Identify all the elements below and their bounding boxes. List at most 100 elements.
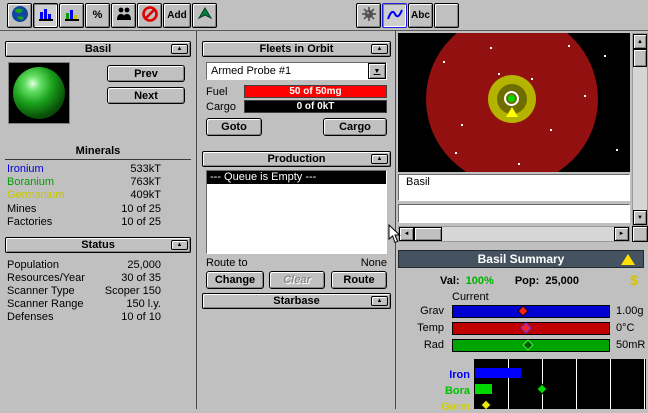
scanner-summary-panel: ▲ ▼ Basil ◄ ► Basil Summary Val: 100% Po…: [396, 33, 648, 413]
fleet-path-icon: [386, 6, 404, 25]
mineral-label: Factories: [7, 216, 53, 228]
collapse-button[interactable]: ▲: [371, 44, 388, 54]
add-waypoint-button[interactable]: Add: [163, 2, 191, 28]
mouse-cursor: [388, 223, 401, 247]
grav-bar: [452, 305, 610, 318]
concentration-chart-icon: [64, 6, 80, 25]
minerals-header: Minerals: [5, 145, 191, 160]
toolbar: % Add Abc: [0, 0, 648, 31]
fleet-paths-toggle-button[interactable]: [382, 2, 407, 28]
map-vscrollbar[interactable]: ▲ ▼: [632, 33, 648, 226]
status-row: Defenses 10 of 10: [7, 311, 161, 323]
summary-title-bar: Basil Summary: [398, 250, 644, 268]
change-button[interactable]: Change: [206, 271, 264, 289]
population-view-button[interactable]: [111, 2, 136, 28]
temp-marker: [520, 322, 532, 334]
scrollbar-corner: [632, 226, 648, 242]
prev-button[interactable]: Prev: [107, 65, 185, 82]
location-list[interactable]: Basil: [398, 174, 630, 201]
percent-icon: %: [92, 9, 103, 21]
current-label: Current: [452, 291, 489, 303]
planet-view-button[interactable]: [7, 2, 32, 28]
status-row: Resources/Year 30 of 35: [7, 272, 161, 284]
collapse-button[interactable]: ▲: [371, 154, 388, 164]
arrow-left-icon: ◄: [403, 231, 410, 237]
planet-panel: Basil ▲ Prev Next Minerals Ironium 533kT…: [1, 33, 195, 409]
val-pop-row: Val: 100% Pop: 25,000: [440, 275, 579, 289]
blank-toolbar-button[interactable]: [434, 2, 459, 28]
planet-image: [8, 62, 70, 124]
production-queue-list[interactable]: --- Queue is Empty ---: [206, 170, 387, 254]
scroll-left-button[interactable]: ◄: [399, 227, 414, 241]
scroll-up-button[interactable]: ▲: [633, 34, 647, 49]
env-row-temp: Temp 0°C: [417, 322, 635, 335]
mineral-label: Ironium: [7, 163, 44, 175]
collapse-button[interactable]: ▲: [171, 44, 188, 54]
clear-button[interactable]: Clear: [269, 271, 325, 289]
route-button[interactable]: Route: [331, 271, 387, 289]
germ-concentration-marker: [480, 399, 492, 409]
scanner-map[interactable]: [398, 33, 630, 172]
collapse-button[interactable]: ▲: [171, 240, 188, 250]
production-bar: Production ▲: [202, 151, 391, 167]
queue-empty-item[interactable]: --- Queue is Empty ---: [207, 171, 386, 184]
next-button[interactable]: Next: [107, 87, 185, 104]
no-entry-icon: [141, 5, 159, 26]
percent-view-button[interactable]: %: [85, 2, 110, 28]
fleets-in-orbit-title: Fleets in Orbit: [259, 43, 334, 55]
location-list-item[interactable]: Basil: [399, 176, 629, 189]
mineral-concentration-view-button[interactable]: [59, 2, 84, 28]
pop-value: 25,000: [545, 275, 580, 287]
env-row-grav: Grav 1.00g: [420, 305, 644, 318]
collapse-button[interactable]: ▲: [371, 296, 388, 306]
cycle-planet-arrow[interactable]: [621, 254, 635, 265]
mineral-value: 10 of 25: [121, 203, 161, 215]
goto-button[interactable]: Goto: [206, 118, 262, 136]
fleet-dropdown[interactable]: Armed Probe #1 ▼: [206, 62, 387, 80]
no-info-view-button[interactable]: [137, 2, 162, 28]
arrow-right-icon: ►: [618, 231, 625, 237]
planet-title: Basil: [84, 43, 112, 55]
rad-marker: [522, 339, 534, 351]
val-value: 100%: [465, 275, 494, 287]
mineral-value: 763kT: [130, 176, 161, 188]
bora-surface-bar: [475, 384, 492, 394]
mineral-label: Germanium: [7, 189, 65, 201]
fleet-production-panel: Fleets in Orbit ▲ Armed Probe #1 ▼ Fuel …: [198, 33, 395, 409]
ship-filter-button[interactable]: [192, 2, 217, 28]
scroll-down-button[interactable]: ▼: [633, 210, 647, 225]
minefields-toggle-button[interactable]: [356, 2, 381, 28]
globe-icon: [11, 5, 29, 26]
mineral-row: Boranium 763kT: [7, 176, 195, 189]
pop-label: Pop:: [514, 275, 540, 287]
add-waypoint-label: Add: [167, 9, 187, 21]
cargo-label: Cargo: [206, 101, 236, 113]
cargo-button[interactable]: Cargo: [323, 118, 387, 136]
abc-label: Abc: [411, 9, 430, 21]
graph-label-germ: Germ: [441, 401, 470, 413]
ship-names-toggle-button[interactable]: Abc: [408, 2, 433, 28]
hscroll-thumb[interactable]: [414, 227, 442, 241]
vscroll-thumb[interactable]: [633, 49, 647, 67]
fleet-dropdown-value: Armed Probe #1: [211, 65, 292, 77]
map-hscrollbar[interactable]: ◄ ►: [398, 226, 630, 242]
route-to-label: Route to: [206, 257, 248, 269]
dropdown-arrow-button[interactable]: ▼: [368, 63, 386, 79]
summary-title: Basil Summary: [477, 252, 565, 266]
chevron-down-icon: ▼: [373, 67, 381, 75]
minerals-chart-icon: [38, 6, 54, 25]
iron-surface-bar: [475, 368, 521, 378]
grav-marker: [517, 305, 529, 317]
val-label: Val:: [440, 275, 460, 287]
arrow-up-icon: ▲: [637, 38, 643, 45]
population-icon: [116, 6, 132, 25]
graph-label-iron: Iron: [449, 369, 470, 381]
status-row: Scanner Range 150 l.y.: [7, 298, 161, 310]
planet-globe: [13, 67, 65, 119]
mineral-graph: [474, 359, 646, 409]
route-value: None: [360, 257, 387, 269]
ship-icon: [197, 6, 213, 25]
scroll-right-button[interactable]: ►: [614, 227, 629, 241]
graph-label-bora: Bora: [444, 385, 470, 397]
surface-minerals-view-button[interactable]: [33, 2, 58, 28]
